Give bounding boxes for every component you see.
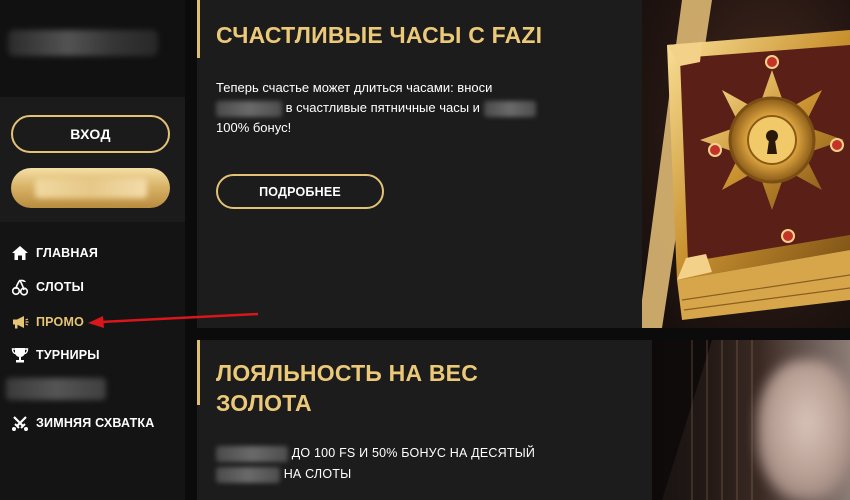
register-button[interactable] <box>11 168 170 208</box>
sword-icon <box>10 413 30 433</box>
promo-card: ЛОЯЛЬНОСТЬ НА ВЕС ЗОЛОТА ДО 100 FS И 50%… <box>197 340 850 500</box>
promo-title: СЧАСТЛИВЫЕ ЧАСЫ С FAZI <box>216 22 543 48</box>
sidebar-item-winter-battle[interactable]: ЗИМНЯЯ СХВАТКА <box>10 412 155 434</box>
sidebar-item-promo[interactable]: ПРОМО <box>10 311 84 333</box>
blurred-text <box>216 100 282 117</box>
promo-title: ЛОЯЛЬНОСТЬ НА ВЕС ЗОЛОТА <box>216 360 479 416</box>
promo-description-text: 100% бонус! <box>216 120 292 135</box>
promo-description: ДО 100 FS И 50% БОНУС НА ДЕСЯТЫЙ НА СЛОТ… <box>216 443 561 485</box>
megaphone-icon <box>10 312 30 332</box>
title-accent-bar <box>197 340 200 405</box>
sidebar-item-tournaments[interactable]: ТУРНИРЫ <box>10 344 100 366</box>
blurred-text <box>216 466 280 483</box>
trophy-icon <box>10 345 30 365</box>
home-icon <box>10 243 30 263</box>
cherries-icon <box>10 277 30 297</box>
login-button[interactable]: ВХОД <box>11 115 170 153</box>
sidebar-item-slots[interactable]: СЛОТЫ <box>10 276 84 298</box>
blurred-text <box>483 100 536 117</box>
title-accent-bar <box>197 0 200 58</box>
sidebar-item-label: ТУРНИРЫ <box>36 348 100 362</box>
promo-description: Теперь счастье может длиться часами: вно… <box>216 78 561 138</box>
promo-description-text: ДО 100 FS И 50% БОНУС НА ДЕСЯТЫЙ <box>291 446 536 460</box>
promo-description-text: Теперь счастье может длиться часами: вно… <box>216 80 493 95</box>
logo-area[interactable] <box>0 0 185 97</box>
sidebar-item-label: СЛОТЫ <box>36 280 85 294</box>
sidebar: ВХОД ГЛАВНАЯ СЛОТЫ ПРОМО ТУРНИРЫ ЗИМНЯЯ … <box>0 0 185 500</box>
sidebar-item-blurred[interactable] <box>6 378 106 400</box>
details-button[interactable]: ПОДРОБНЕЕ <box>216 174 384 209</box>
promo-description-text: в счастливые пятничные часы и <box>285 100 480 115</box>
promo-description-text: НА СЛОТЫ <box>283 467 352 481</box>
promo-artwork-book <box>642 0 850 328</box>
page: ВХОД ГЛАВНАЯ СЛОТЫ ПРОМО ТУРНИРЫ ЗИМНЯЯ … <box>0 0 850 500</box>
promo-card: СЧАСТЛИВЫЕ ЧАСЫ С FAZI Теперь счастье мо… <box>197 0 850 328</box>
sidebar-item-label: ГЛАВНАЯ <box>36 246 99 260</box>
blurred-text <box>216 445 288 462</box>
register-button-label-blurred <box>35 178 147 198</box>
promo-list: СЧАСТЛИВЫЕ ЧАСЫ С FAZI Теперь счастье мо… <box>185 0 850 500</box>
sidebar-item-label: ЗИМНЯЯ СХВАТКА <box>36 416 155 430</box>
blurred-image <box>757 360 850 500</box>
logo-blurred <box>8 30 158 56</box>
sidebar-item-home[interactable]: ГЛАВНАЯ <box>10 242 98 264</box>
sidebar-item-label: ПРОМО <box>36 315 85 329</box>
